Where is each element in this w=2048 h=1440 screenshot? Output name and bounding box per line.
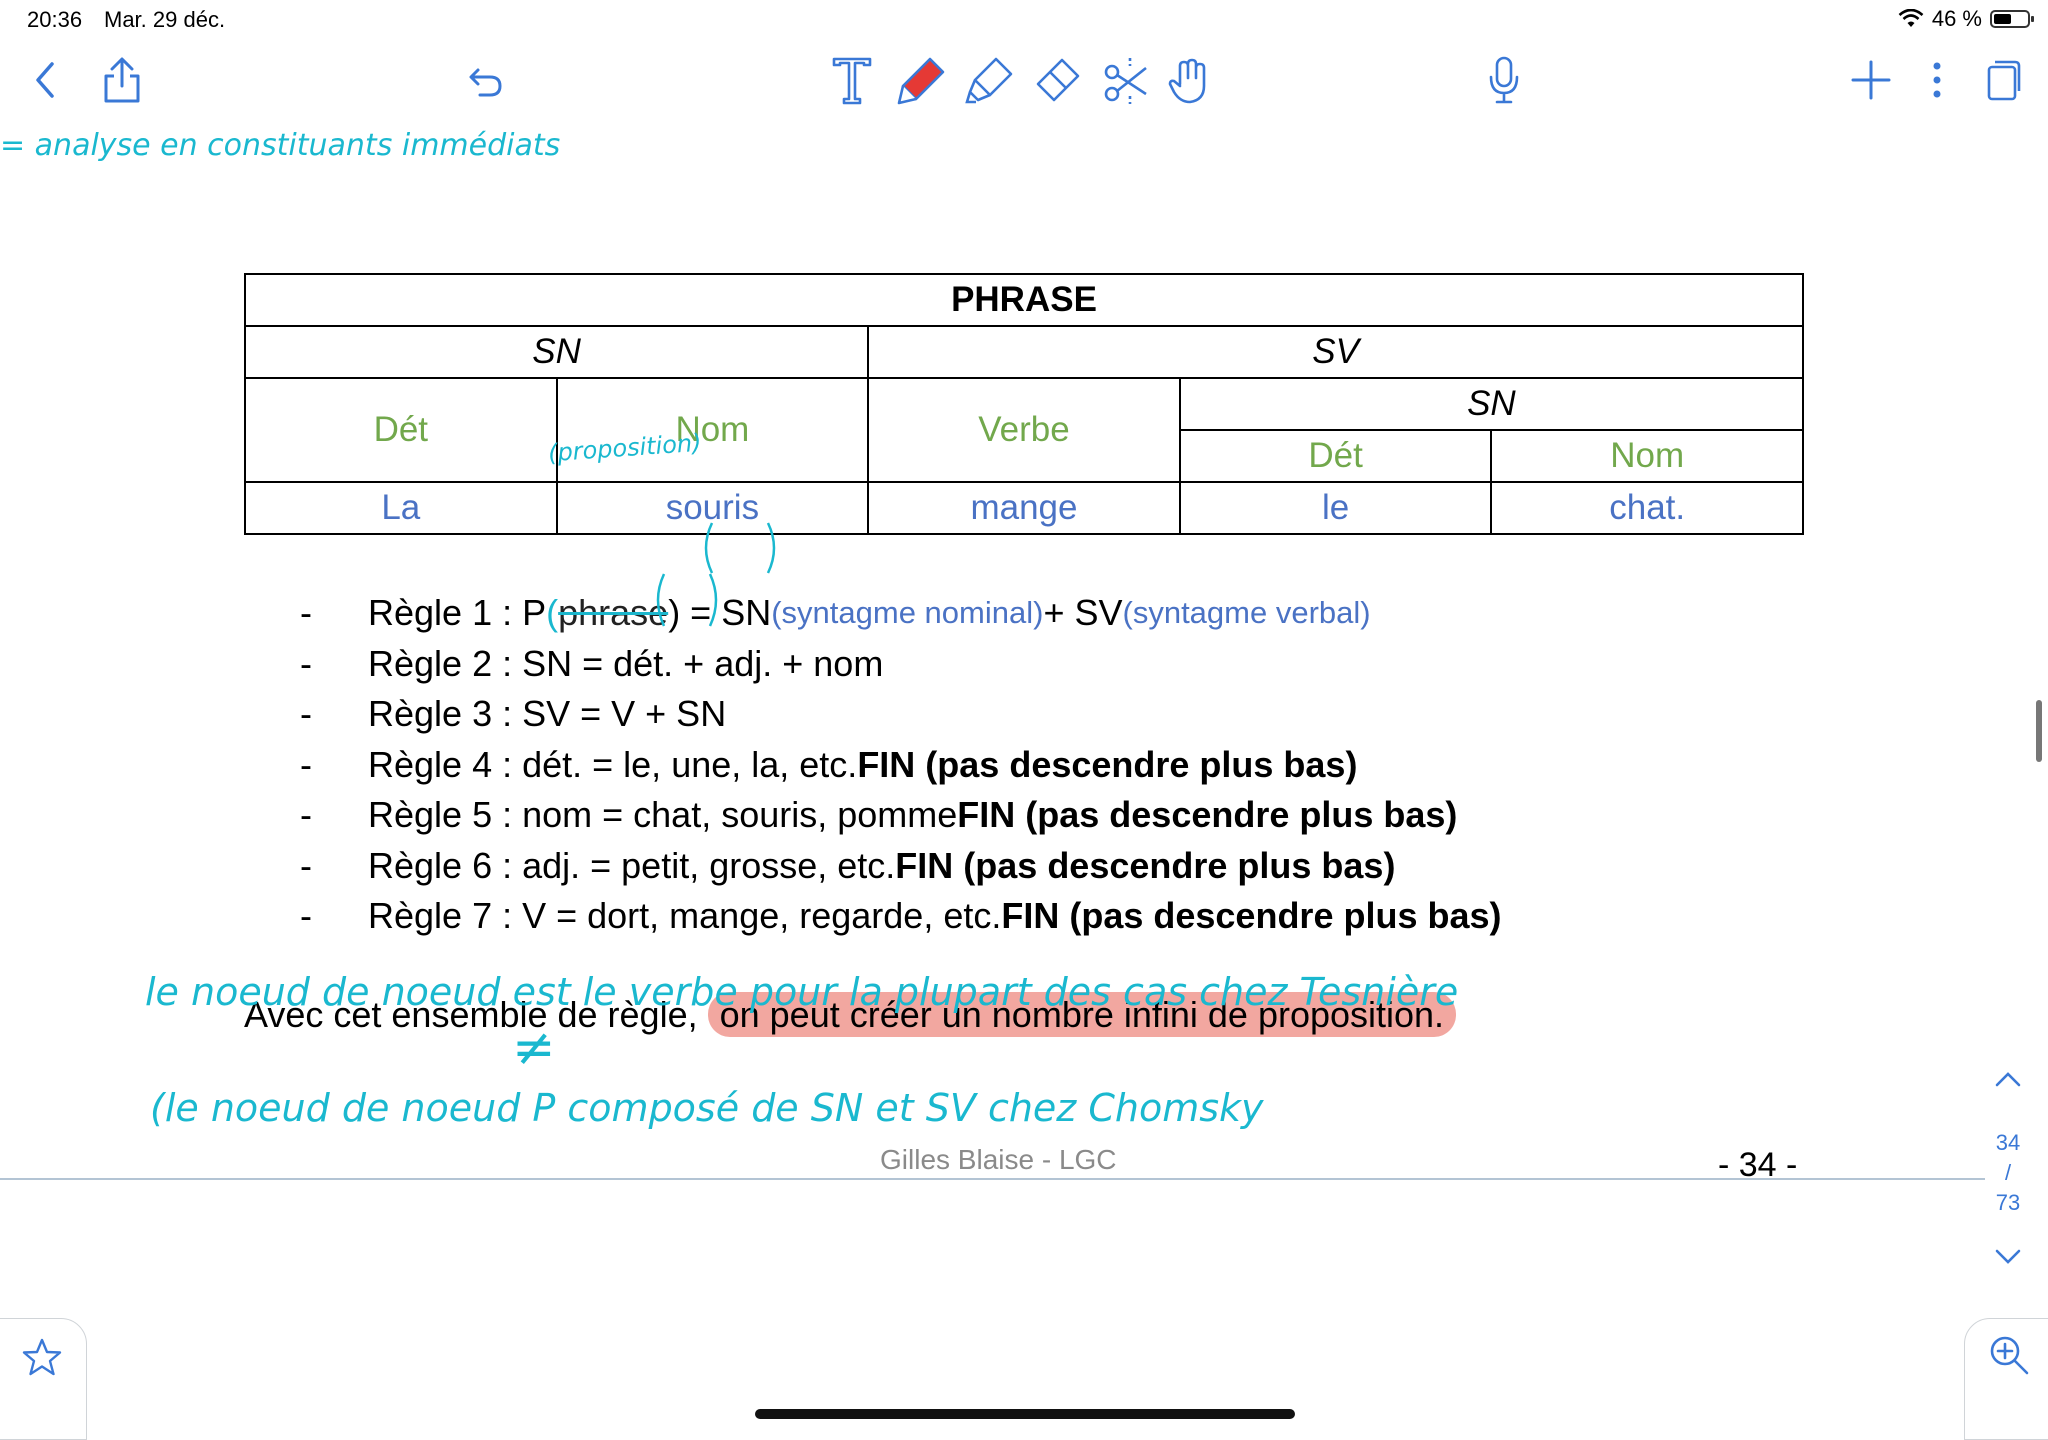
handwritten-note-line1: le noeud de noeud est le verbe pour la p… xyxy=(145,970,1459,1014)
add-page-button[interactable] xyxy=(1843,52,1899,108)
pen-icon xyxy=(897,57,945,105)
more-icon xyxy=(1933,62,1941,98)
next-page-button[interactable] xyxy=(1988,1248,2028,1278)
microphone-button[interactable] xyxy=(1476,52,1532,108)
highlighter-tool-button[interactable] xyxy=(962,52,1018,108)
share-icon xyxy=(104,57,140,103)
eraser-tool-button[interactable] xyxy=(1030,52,1086,108)
lasso-tool-button[interactable] xyxy=(1098,52,1154,108)
favorite-button[interactable] xyxy=(0,1318,87,1440)
document-page[interactable]: PHRASE SN SV Dét Nom Verbe SN Dét Nom La… xyxy=(0,118,2048,1184)
pages-sidebar-icon xyxy=(1987,60,2021,101)
hand-tool-button[interactable] xyxy=(1162,52,1218,108)
current-page: 34 xyxy=(1995,1130,2021,1155)
total-pages: 73 xyxy=(1995,1190,2021,1215)
share-button[interactable] xyxy=(94,52,150,108)
scrollbar-thumb[interactable] xyxy=(2036,700,2042,762)
battery-percent: 46 % xyxy=(1931,6,1982,31)
star-icon xyxy=(22,1338,62,1376)
wifi-icon xyxy=(1898,9,1924,27)
page-divider xyxy=(0,1178,1985,1180)
hand-pointer-icon xyxy=(1168,58,1206,104)
zoom-button[interactable] xyxy=(1964,1318,2048,1440)
lasso-scissors-icon xyxy=(1104,58,1147,104)
toolbar xyxy=(0,38,2048,119)
previous-page-button[interactable] xyxy=(1988,1070,2028,1100)
page-indicator: 34 / 73 xyxy=(1984,1128,2032,1218)
highlighter-icon xyxy=(965,57,1013,104)
zoom-icon xyxy=(1990,1336,2029,1375)
handwritten-note-line2: (le noeud de noeud P composé de SN et SV… xyxy=(150,1086,1264,1130)
handwritten-neq: ≠ xyxy=(512,1018,556,1078)
back-button[interactable] xyxy=(17,52,73,108)
pen-tool-button[interactable] xyxy=(894,52,950,108)
undo-button[interactable] xyxy=(458,52,514,108)
add-page-icon xyxy=(1851,60,1891,100)
pages-sidebar-button[interactable] xyxy=(1975,52,2031,108)
chevron-down-icon xyxy=(1995,1249,2021,1264)
home-indicator[interactable] xyxy=(755,1409,1295,1419)
battery-icon xyxy=(1990,10,2034,28)
footer-author: Gilles Blaise - LGC xyxy=(880,1144,1117,1175)
chevron-up-icon xyxy=(1995,1072,2021,1087)
status-indicators: 46 % xyxy=(1898,6,2034,32)
text-tool-icon xyxy=(832,57,872,105)
status-date: Mar. 29 déc. xyxy=(104,7,226,32)
undo-icon xyxy=(469,68,502,97)
page-separator: / xyxy=(2004,1160,2012,1185)
status-time: 20:36 xyxy=(27,7,83,32)
more-button[interactable] xyxy=(1909,52,1965,108)
eraser-icon xyxy=(1036,58,1080,102)
back-chevron-icon xyxy=(36,62,54,98)
microphone-icon xyxy=(1489,56,1519,104)
text-tool-button[interactable] xyxy=(824,52,880,108)
